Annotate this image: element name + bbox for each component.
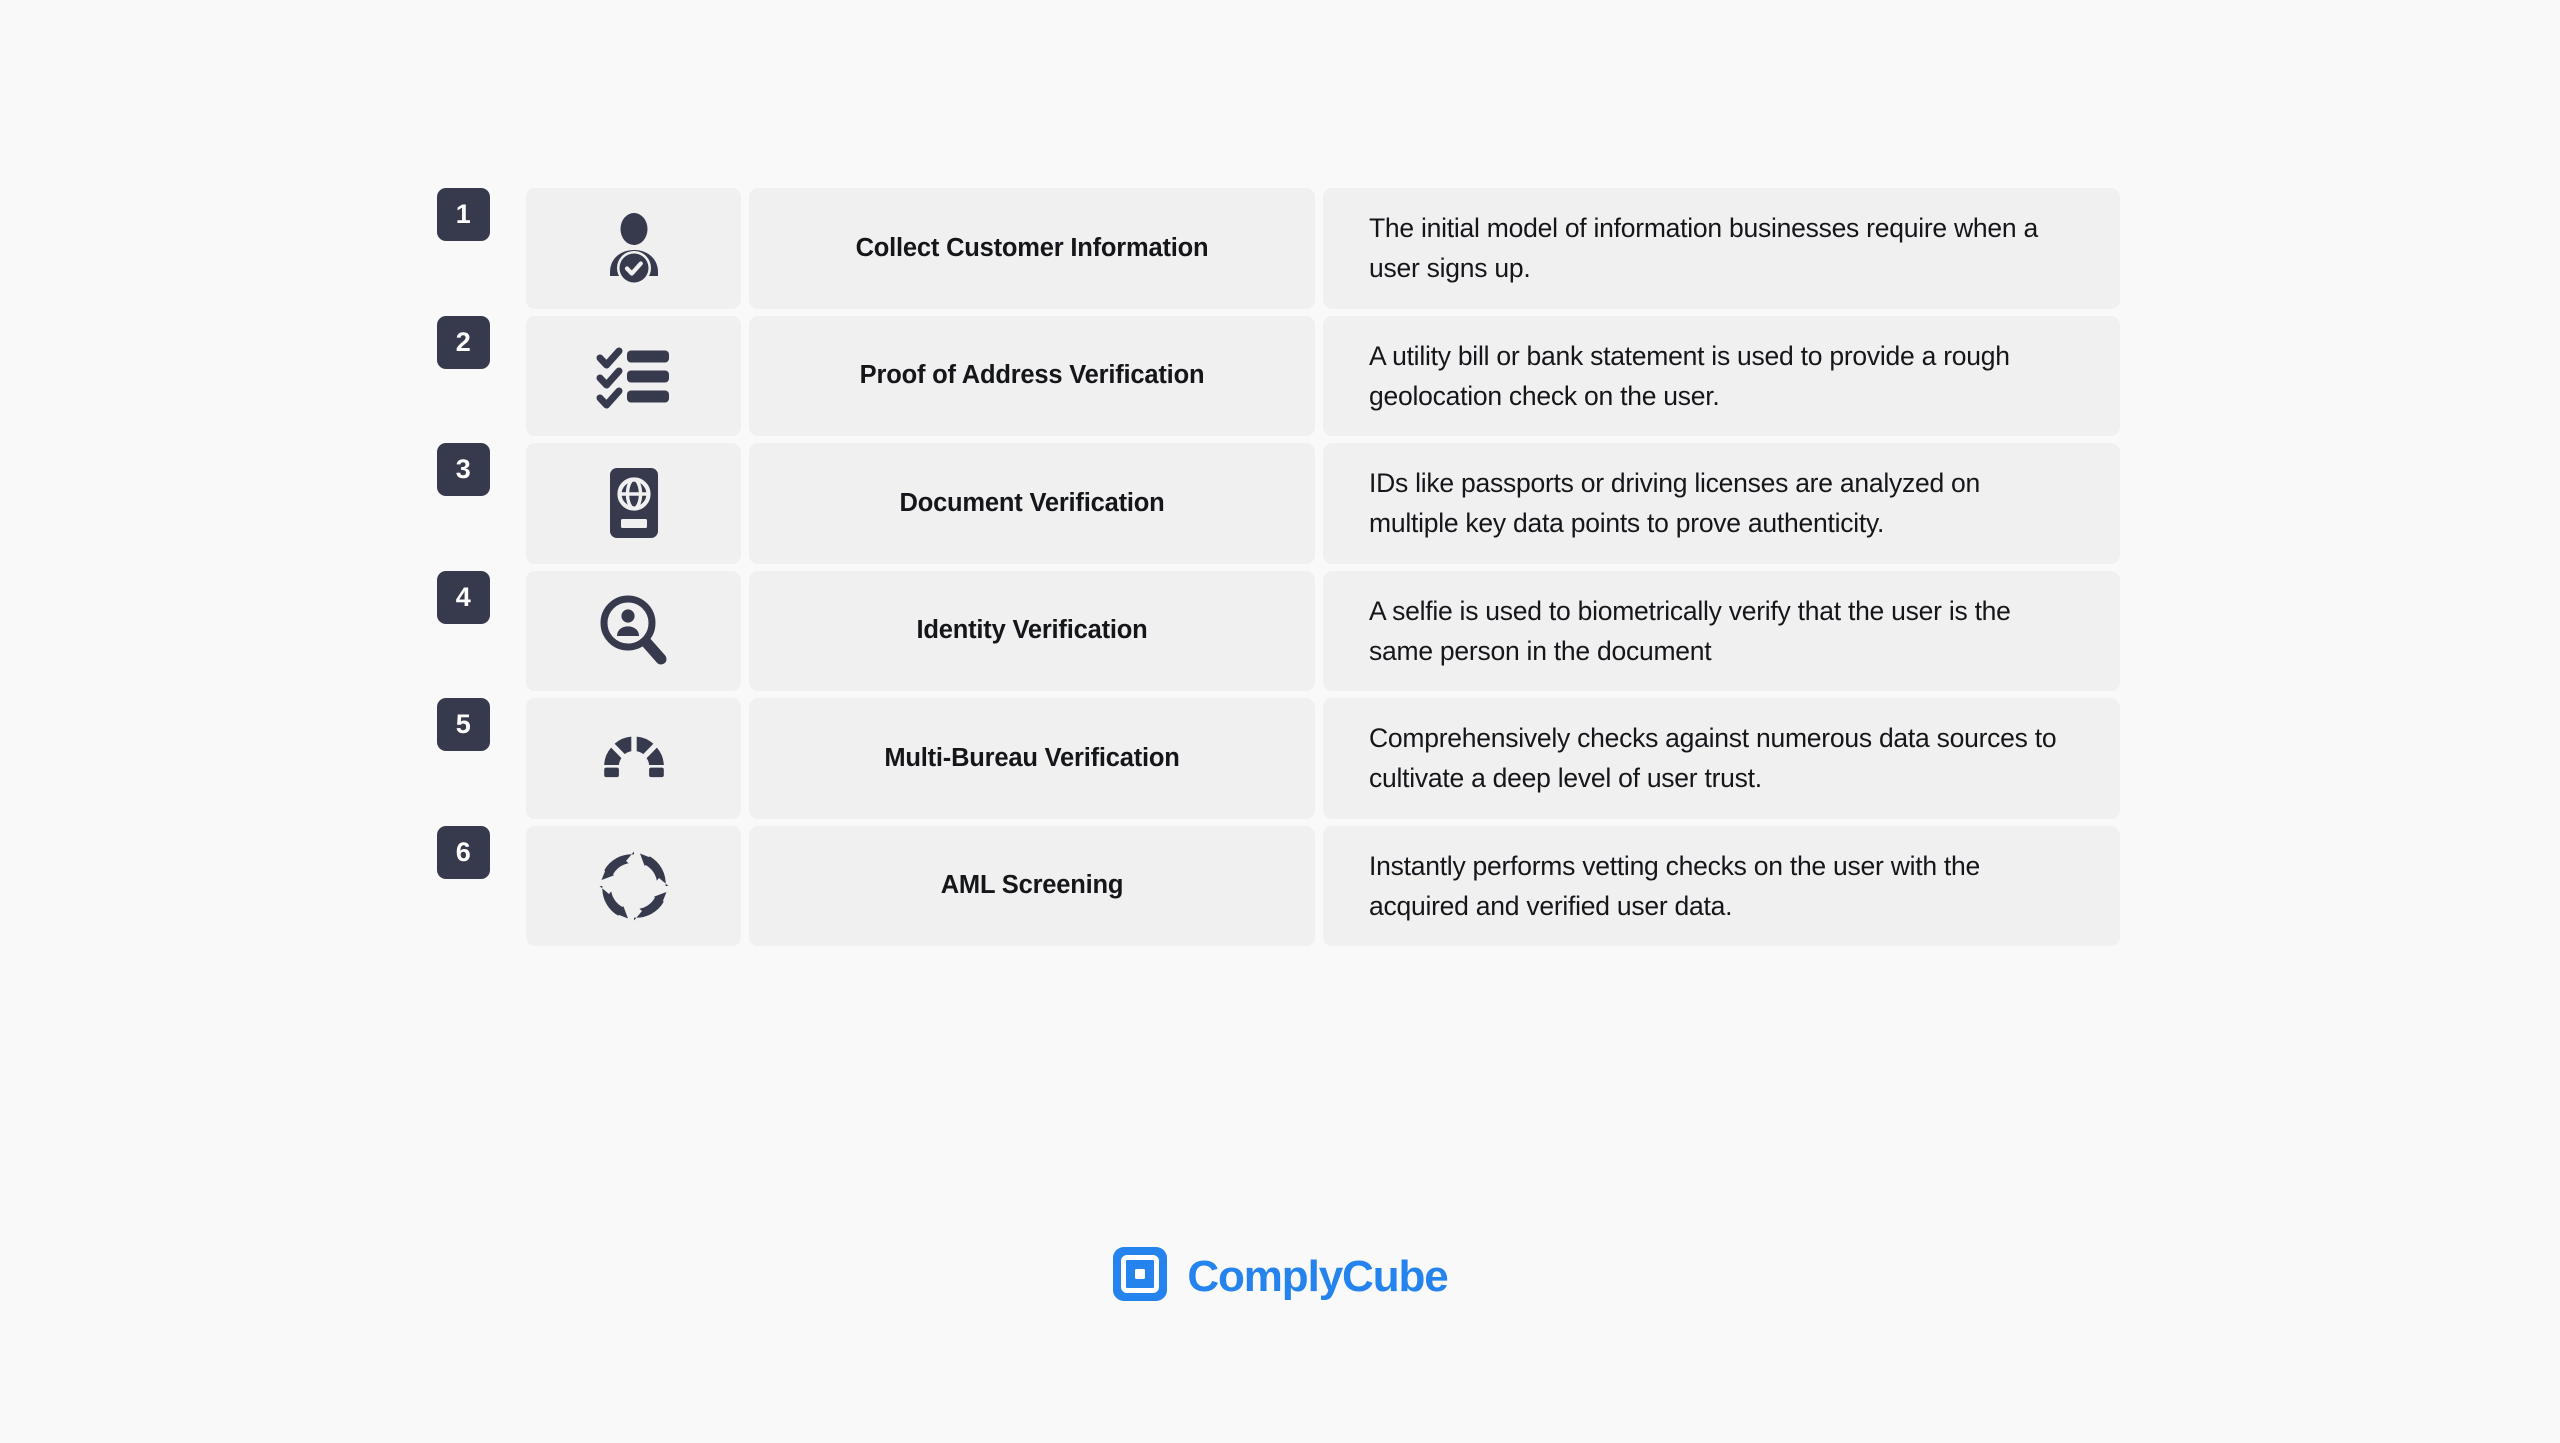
table-row: 6 AML Screening Instantly performs vetti… bbox=[437, 825, 2120, 947]
step-title-panel: Document Verification bbox=[749, 443, 1315, 564]
step-icon-panel bbox=[526, 443, 741, 564]
checklist-icon bbox=[590, 332, 678, 420]
step-number-badge: 3 bbox=[437, 443, 490, 497]
step-icon-panel bbox=[526, 825, 741, 947]
step-description-panel: A selfie is used to biometrically verify… bbox=[1323, 570, 2120, 692]
step-description: Instantly performs vetting checks on the… bbox=[1369, 850, 1981, 921]
step-description: A selfie is used to biometrically verify… bbox=[1369, 595, 2011, 666]
verification-steps-table: 1 Collect Customer Information The initi… bbox=[437, 188, 2120, 953]
step-description: A utility bill or bank statement is used… bbox=[1369, 340, 2010, 411]
step-description: Comprehensively checks against numerous … bbox=[1369, 723, 2057, 794]
step-description: The initial model of information busines… bbox=[1369, 213, 2038, 284]
step-description: IDs like passports or driving licenses a… bbox=[1369, 468, 1981, 539]
step-title: Identity Verification bbox=[916, 616, 1148, 645]
step-icon-panel bbox=[526, 188, 741, 309]
brand-footer: ComplyCube bbox=[0, 1246, 2560, 1307]
step-description-panel: IDs like passports or driving licenses a… bbox=[1323, 443, 2120, 564]
gauge-icon bbox=[590, 714, 678, 802]
step-number-badge: 2 bbox=[437, 315, 490, 369]
step-description-panel: The initial model of information busines… bbox=[1323, 188, 2120, 309]
step-description-panel: Instantly performs vetting checks on the… bbox=[1323, 825, 2120, 947]
step-icon-panel bbox=[526, 570, 741, 692]
infographic-page: 1 Collect Customer Information The initi… bbox=[0, 0, 2560, 1443]
step-title-panel: Proof of Address Verification bbox=[749, 315, 1315, 437]
step-number: 4 bbox=[455, 581, 472, 612]
step-title: Multi-Bureau Verification bbox=[884, 743, 1180, 772]
step-number-badge: 5 bbox=[437, 698, 490, 752]
step-number: 6 bbox=[455, 836, 472, 867]
person-check-icon bbox=[590, 204, 678, 292]
table-row: 4 Identity Verification A selfie is used… bbox=[437, 570, 2120, 692]
recycle-cycle-icon bbox=[590, 842, 678, 930]
step-title-panel: Identity Verification bbox=[749, 570, 1315, 692]
step-number: 5 bbox=[455, 709, 472, 740]
step-number: 1 bbox=[455, 199, 472, 229]
step-number: 2 bbox=[455, 326, 472, 357]
step-description-panel: Comprehensively checks against numerous … bbox=[1323, 698, 2120, 819]
table-row: 3 Document Verification IDs like passpor… bbox=[437, 443, 2120, 564]
step-title-panel: Multi-Bureau Verification bbox=[749, 698, 1315, 819]
step-title: Document Verification bbox=[899, 488, 1165, 517]
step-number: 3 bbox=[455, 454, 472, 485]
step-title-panel: AML Screening bbox=[749, 825, 1315, 947]
brand-name: ComplyCube bbox=[1187, 1251, 1448, 1301]
step-icon-panel bbox=[526, 315, 741, 437]
step-number-badge: 6 bbox=[437, 825, 490, 879]
step-title: Proof of Address Verification bbox=[859, 361, 1205, 390]
step-number-badge: 4 bbox=[437, 570, 490, 624]
complycube-logo-icon bbox=[1112, 1246, 1168, 1307]
step-icon-panel bbox=[526, 698, 741, 819]
step-description-panel: A utility bill or bank statement is used… bbox=[1323, 315, 2120, 437]
step-number-badge: 1 bbox=[437, 188, 490, 241]
person-magnifier-icon bbox=[590, 587, 678, 675]
table-row: 1 Collect Customer Information The initi… bbox=[437, 188, 2120, 309]
step-title: Collect Customer Information bbox=[855, 233, 1209, 262]
table-row: 5 Multi-Bureau Verification Comprehensiv… bbox=[437, 698, 2120, 819]
table-row: 2 Proof of Address Verification A utilit… bbox=[437, 315, 2120, 437]
step-title-panel: Collect Customer Information bbox=[749, 188, 1315, 309]
passport-globe-icon bbox=[590, 459, 678, 547]
step-title: AML Screening bbox=[940, 871, 1124, 900]
